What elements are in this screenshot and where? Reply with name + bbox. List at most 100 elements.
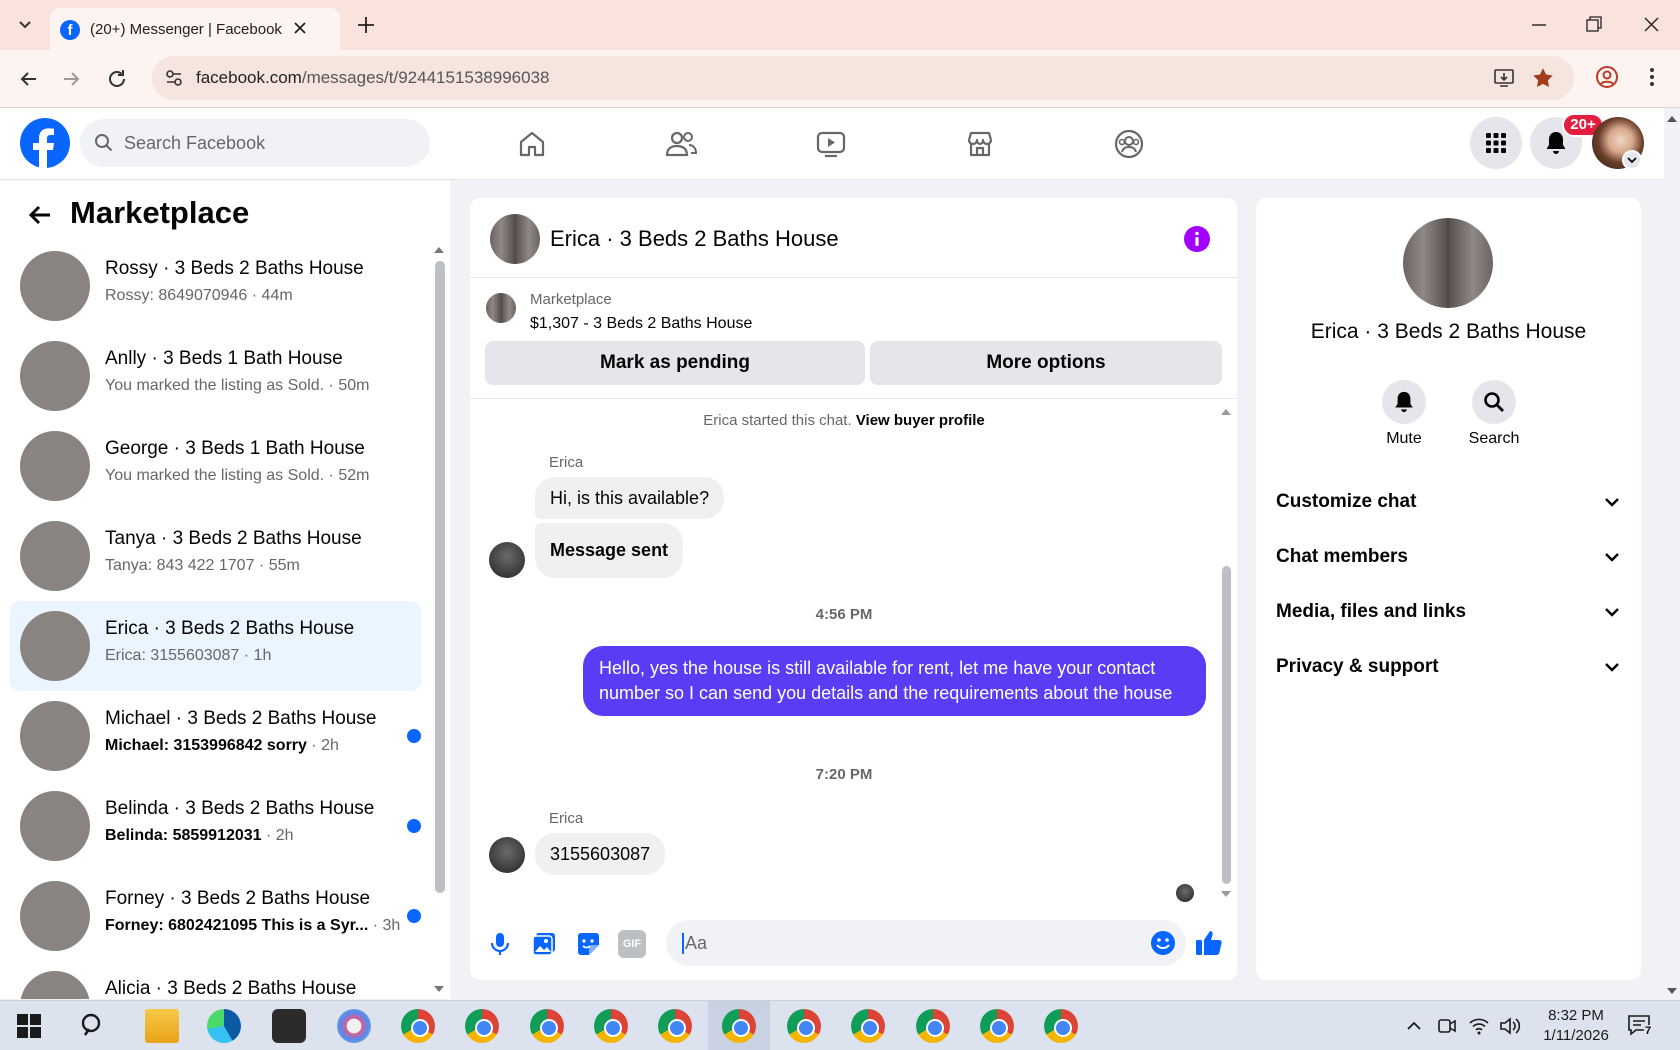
chrome-profile-icon[interactable] (787, 1009, 821, 1043)
conversation-info-icon[interactable] (1184, 226, 1210, 252)
chrome-profile-icon[interactable] (594, 1009, 628, 1043)
install-app-icon[interactable] (1492, 66, 1516, 90)
chrome-profile-icon[interactable] (916, 1009, 950, 1043)
browser-tab[interactable]: f (20+) Messenger | Facebook (50, 8, 340, 50)
chat-scroll-up-arrow[interactable] (1219, 406, 1233, 418)
conversation-item[interactable]: Belinda · 3 Beds 2 Baths House Belinda: … (10, 781, 421, 871)
conversation-item[interactable]: Rossy · 3 Beds 2 Baths House Rossy: 8649… (10, 241, 421, 331)
menu-button[interactable] (1470, 117, 1522, 169)
chat-avatar[interactable] (490, 214, 540, 264)
conversation-preview: You marked the listing as Sold. · 52m (105, 467, 370, 484)
sticker-icon (578, 933, 599, 955)
show-hidden-icons-chevron[interactable] (1404, 1017, 1424, 1035)
conversation-item[interactable]: Forney · 3 Beds 2 Baths House Forney: 68… (10, 871, 421, 961)
mark-as-pending-button[interactable]: Mark as pending (485, 341, 865, 385)
incoming-message[interactable]: 3155603087 (535, 833, 666, 875)
volume-icon[interactable] (1498, 1015, 1522, 1037)
sticker-button[interactable] (574, 930, 602, 958)
chat-scroll-down-arrow[interactable] (1219, 888, 1233, 900)
taskbar-search-button[interactable] (78, 1011, 108, 1041)
reload-button[interactable] (102, 64, 132, 94)
conversation-item[interactable]: Tanya · 3 Beds 2 Baths House Tanya: 843 … (10, 511, 421, 601)
conversation-item[interactable]: George · 3 Beds 1 Bath House You marked … (10, 421, 421, 511)
conversation-item-selected[interactable]: Erica · 3 Beds 2 Baths House Erica: 3155… (10, 601, 421, 691)
tab-list-dropdown[interactable] (10, 10, 40, 40)
minimize-window-button[interactable] (1524, 12, 1554, 38)
nav-groups[interactable] (1099, 114, 1159, 174)
chrome-profile-icon[interactable] (1044, 1009, 1078, 1043)
conversation-item[interactable]: Alicia · 3 Beds 2 Baths House (10, 961, 421, 999)
chat-scrollbar-thumb[interactable] (1222, 566, 1231, 884)
back-button[interactable] (14, 64, 44, 94)
incoming-message[interactable]: Hi, is this available? (535, 477, 725, 519)
active-app-highlight[interactable] (708, 1001, 770, 1050)
account-chevron-icon[interactable] (1622, 150, 1642, 170)
attach-photo-button[interactable] (530, 930, 558, 958)
forward-button[interactable] (56, 64, 86, 94)
like-send-button[interactable] (1194, 928, 1224, 958)
facebook-logo-icon[interactable] (20, 118, 70, 168)
page-scroll-up-arrow[interactable] (1664, 112, 1680, 126)
info-avatar[interactable] (1403, 218, 1493, 308)
chat-title[interactable]: Erica · 3 Beds 2 Baths House (550, 226, 839, 252)
meet-now-icon[interactable] (1436, 1015, 1458, 1037)
view-buyer-profile-link[interactable]: View buyer profile (856, 412, 985, 429)
chrome-profile-icon[interactable] (851, 1009, 885, 1043)
address-bar[interactable]: facebook.com/messages/t/9244151538996038 (152, 56, 1574, 100)
notification-center-button[interactable]: 7 (1626, 1013, 1660, 1041)
chrome-profile-icon[interactable] (465, 1009, 499, 1043)
restore-window-button[interactable] (1578, 12, 1608, 38)
voice-clip-button[interactable] (486, 930, 514, 958)
bookmark-star-icon[interactable] (1530, 65, 1556, 91)
listing-thumbnail[interactable] (486, 293, 516, 323)
privacy-support-section[interactable]: Privacy & support (1276, 642, 1621, 692)
close-tab-icon[interactable] (290, 18, 310, 38)
incoming-message[interactable]: Message sent (535, 523, 684, 578)
arrow-left-icon (20, 72, 36, 86)
chrome-profile-icon[interactable] (722, 1009, 756, 1043)
windows-logo-icon (17, 1014, 41, 1038)
chrome-profile-icon[interactable] (658, 1009, 692, 1043)
list-scrollbar-thumb[interactable] (435, 261, 445, 893)
new-tab-button[interactable] (353, 12, 379, 38)
emoji-button[interactable] (1150, 930, 1176, 956)
conversation-item[interactable]: Anlly · 3 Beds 1 Bath House You marked t… (10, 331, 421, 421)
media-files-links-section[interactable]: Media, files and links (1276, 587, 1621, 637)
conversation-item[interactable]: Michael · 3 Beds 2 Baths House Michael: … (10, 691, 421, 781)
sender-avatar[interactable] (489, 542, 525, 578)
browser-menu-icon[interactable] (1642, 64, 1662, 90)
more-options-button[interactable]: More options (870, 341, 1222, 385)
close-window-button[interactable] (1636, 12, 1666, 38)
search-in-conversation-button[interactable]: Search (1458, 380, 1530, 450)
app-icon[interactable] (272, 1009, 306, 1043)
start-button[interactable] (16, 1013, 42, 1039)
listing-detail[interactable]: $1,307 - 3 Beds 2 Baths House (530, 315, 752, 333)
nav-friends[interactable] (651, 114, 711, 174)
search-facebook-input[interactable]: Search Facebook (80, 119, 430, 167)
chat-members-section[interactable]: Chat members (1276, 532, 1621, 582)
back-arrow-button[interactable] (24, 199, 56, 231)
customize-chat-section[interactable]: Customize chat (1276, 477, 1621, 527)
edge-browser-icon[interactable] (207, 1009, 241, 1043)
message-input[interactable]: Aa (666, 920, 1186, 966)
chrome-profile-icon[interactable] (980, 1009, 1014, 1043)
nav-video[interactable] (801, 114, 861, 174)
file-explorer-icon[interactable] (145, 1009, 179, 1043)
list-scroll-up-arrow[interactable] (432, 244, 446, 256)
sender-avatar[interactable] (489, 837, 525, 873)
wifi-icon[interactable] (1468, 1015, 1490, 1037)
nav-marketplace[interactable] (950, 114, 1010, 174)
page-scroll-down-arrow[interactable] (1664, 984, 1680, 998)
profile-icon[interactable] (1594, 64, 1620, 90)
site-info-icon[interactable] (162, 66, 186, 90)
clock[interactable]: 8:32 PM 1/11/2026 (1530, 1004, 1622, 1048)
nav-home[interactable] (502, 114, 562, 174)
chrome-icon[interactable] (401, 1009, 435, 1043)
notification-badge-count: 20+ (1570, 116, 1596, 133)
gif-button[interactable]: GIF (618, 930, 646, 958)
chrome-profile-icon[interactable] (530, 1009, 564, 1043)
list-scroll-down-arrow[interactable] (432, 983, 446, 995)
mute-button[interactable]: Mute (1368, 380, 1440, 450)
outgoing-message[interactable]: Hello, yes the house is still available … (583, 646, 1206, 716)
paint-app-icon[interactable] (337, 1009, 371, 1043)
